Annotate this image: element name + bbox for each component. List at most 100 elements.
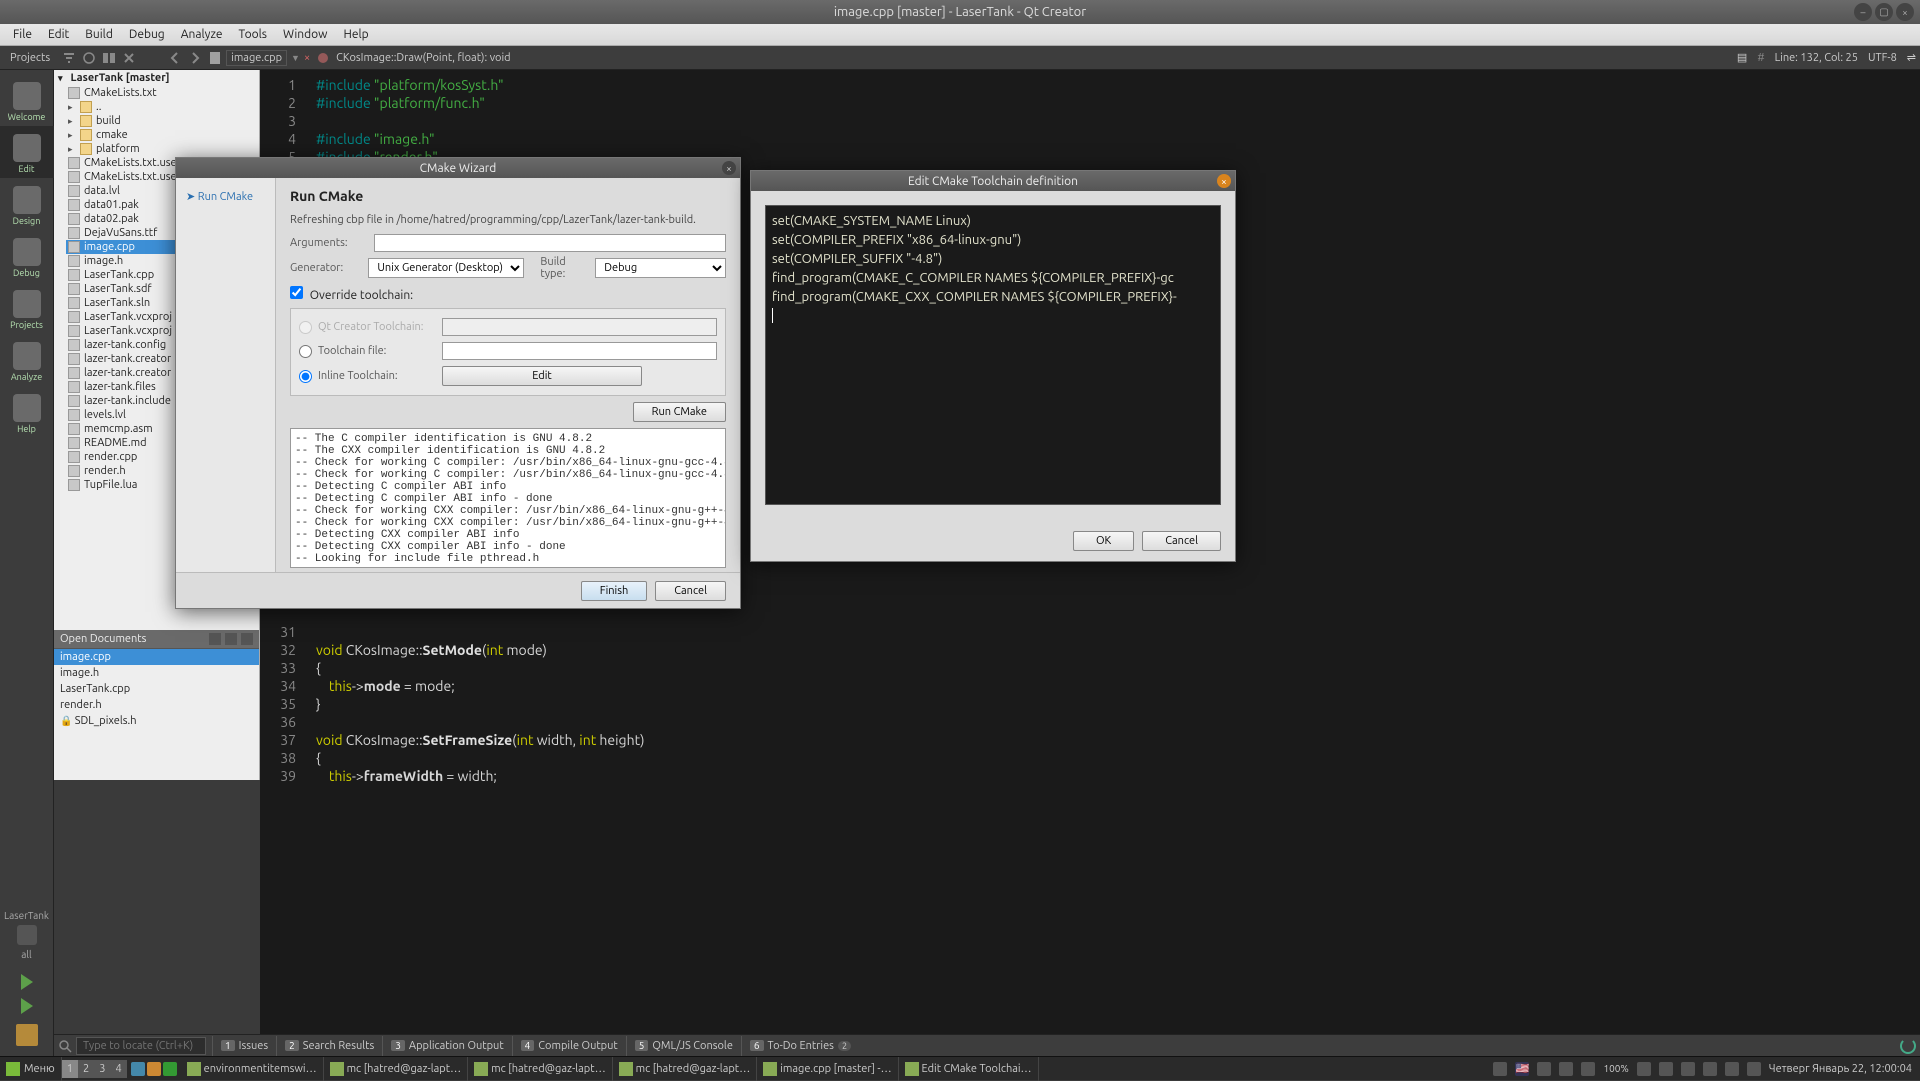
open-doc-item[interactable]: SDL_pixels.h — [54, 713, 259, 729]
active-project-label[interactable]: LaserTank all — [0, 904, 55, 966]
run-cmake-button[interactable]: Run CMake — [633, 402, 726, 422]
close-icon[interactable]: × — [1217, 174, 1231, 188]
taskbar-task[interactable]: mc [hatred@gaz-lapt… — [468, 1057, 613, 1081]
debug-run-button[interactable] — [19, 1000, 35, 1012]
open-doc-item[interactable]: image.cpp — [54, 649, 259, 665]
dialog-titlebar[interactable]: CMake Wizard × — [176, 158, 740, 178]
close-icon[interactable]: × — [722, 161, 736, 175]
tree-folder[interactable]: cmake — [66, 128, 259, 142]
tray-icon[interactable] — [1537, 1062, 1551, 1076]
line-col-indicator[interactable]: Line: 132, Col: 25 — [1775, 52, 1858, 64]
maximize-button[interactable]: ▢ — [1875, 3, 1893, 21]
taskbar-task[interactable]: Edit CMake Toolchai… — [899, 1057, 1039, 1081]
cancel-button[interactable]: Cancel — [655, 581, 726, 601]
taskbar-task[interactable]: mc [hatred@gaz-lapt… — [613, 1057, 758, 1081]
launcher-icon[interactable] — [163, 1062, 177, 1076]
pane-icon[interactable] — [225, 633, 237, 645]
minimize-button[interactable]: – — [1854, 3, 1872, 21]
encoding-selector[interactable]: UTF-8 — [1868, 52, 1897, 64]
desktop-3[interactable]: 3 — [94, 1060, 110, 1078]
mode-design[interactable]: Design — [0, 178, 54, 230]
locator-input[interactable] — [76, 1037, 206, 1055]
cancel-button[interactable]: Cancel — [1142, 531, 1221, 551]
arguments-input[interactable] — [374, 234, 726, 252]
output-tab-qml-js-console[interactable]: 5QML/JS Console — [626, 1036, 741, 1056]
taskbar-task[interactable]: mc [hatred@gaz-lapt… — [324, 1057, 469, 1081]
start-menu-button[interactable]: Меню — [0, 1057, 62, 1081]
tray-icon[interactable] — [1493, 1062, 1507, 1076]
ok-button[interactable]: OK — [1073, 531, 1134, 551]
inline-toolchain-radio[interactable] — [299, 370, 312, 383]
tree-folder[interactable]: platform — [66, 142, 259, 156]
close-pane-icon[interactable] — [122, 51, 136, 65]
toolchain-file-radio[interactable] — [299, 345, 312, 358]
sidebar-toggle-icon[interactable]: ▤ — [1737, 51, 1747, 64]
menu-tools[interactable]: Tools — [231, 28, 276, 41]
desktop-4[interactable]: 4 — [110, 1060, 126, 1078]
dropdown-icon[interactable]: ▼ — [291, 53, 300, 63]
toolchain-editor[interactable]: set(CMAKE_SYSTEM_NAME Linux) set(COMPILE… — [765, 205, 1221, 505]
forward-icon[interactable] — [188, 51, 202, 65]
cmake-output[interactable]: -- The C compiler identification is GNU … — [290, 428, 726, 568]
output-tab-compile-output[interactable]: 4Compile Output — [512, 1036, 626, 1056]
run-button[interactable] — [19, 976, 35, 988]
back-icon[interactable] — [168, 51, 182, 65]
output-tab-issues[interactable]: 1Issues — [212, 1036, 276, 1056]
menu-debug[interactable]: Debug — [121, 28, 173, 41]
sync-icon[interactable] — [82, 51, 96, 65]
output-tab-application-output[interactable]: 3Application Output — [382, 1036, 511, 1056]
close-button[interactable]: × — [1896, 3, 1914, 21]
tray-icon[interactable] — [1703, 1062, 1717, 1076]
close-file-icon[interactable]: × — [304, 52, 310, 64]
progress-icon[interactable] — [1900, 1038, 1916, 1054]
tree-folder[interactable]: build — [66, 114, 259, 128]
override-toolchain-checkbox[interactable] — [290, 286, 303, 299]
open-file-selector[interactable]: image.cpp — [226, 50, 287, 66]
expand-icon[interactable]: ▾ — [58, 73, 63, 84]
dialog-titlebar[interactable]: Edit CMake Toolchain definition × — [751, 171, 1235, 191]
mode-debug[interactable]: Debug — [0, 230, 54, 282]
open-doc-item[interactable]: LaserTank.cpp — [54, 681, 259, 697]
menu-file[interactable]: File — [5, 28, 40, 41]
project-root[interactable]: LaserTank [master] — [71, 72, 170, 84]
desktop-1[interactable]: 1 — [62, 1060, 78, 1078]
locate-icon[interactable] — [58, 1039, 72, 1053]
symbol-selector[interactable]: CKosImage::Draw(Point, float): void — [336, 52, 510, 64]
build-button[interactable] — [16, 1024, 38, 1046]
battery-indicator[interactable]: 100% — [1603, 1063, 1628, 1074]
mode-welcome[interactable]: Welcome — [0, 74, 54, 126]
menu-edit[interactable]: Edit — [40, 28, 77, 41]
projects-dropdown[interactable]: Projects — [4, 50, 56, 66]
tray-icon[interactable] — [1659, 1062, 1673, 1076]
menu-window[interactable]: Window — [275, 28, 335, 41]
edit-toolchain-button[interactable]: Edit — [442, 366, 642, 386]
wizard-step[interactable]: Run CMake — [184, 186, 267, 207]
filter-icon[interactable] — [62, 51, 76, 65]
tray-icon[interactable] — [1747, 1062, 1761, 1076]
launcher-icon[interactable] — [131, 1062, 145, 1076]
launcher-icon[interactable] — [147, 1062, 161, 1076]
split-icon[interactable] — [209, 633, 221, 645]
mode-analyze[interactable]: Analyze — [0, 334, 54, 386]
close-panel-icon[interactable] — [241, 633, 253, 645]
line-ending-icon[interactable]: ⇌ — [1907, 51, 1916, 64]
output-tab-search-results[interactable]: 2Search Results — [276, 1036, 382, 1056]
finish-button[interactable]: Finish — [581, 581, 647, 601]
taskbar-task[interactable]: environmentitemswi… — [181, 1057, 324, 1081]
split-icon[interactable] — [102, 51, 116, 65]
buildtype-select[interactable]: Debug — [595, 258, 726, 278]
menu-analyze[interactable]: Analyze — [173, 28, 231, 41]
keyboard-layout-icon[interactable]: 🇺🇸 — [1515, 1062, 1529, 1076]
tray-icon[interactable] — [1637, 1062, 1651, 1076]
volume-icon[interactable] — [1581, 1062, 1595, 1076]
tray-icon[interactable] — [1725, 1062, 1739, 1076]
open-doc-item[interactable]: render.h — [54, 697, 259, 713]
desktop-2[interactable]: 2 — [78, 1060, 94, 1078]
generator-select[interactable]: Unix Generator (Desktop) — [368, 258, 524, 278]
tray-icon[interactable] — [1681, 1062, 1695, 1076]
mode-edit[interactable]: Edit — [0, 126, 54, 178]
tree-file[interactable]: CMakeLists.txt — [66, 86, 259, 100]
mode-projects[interactable]: Projects — [0, 282, 54, 334]
open-doc-item[interactable]: image.h — [54, 665, 259, 681]
menu-help[interactable]: Help — [335, 28, 376, 41]
